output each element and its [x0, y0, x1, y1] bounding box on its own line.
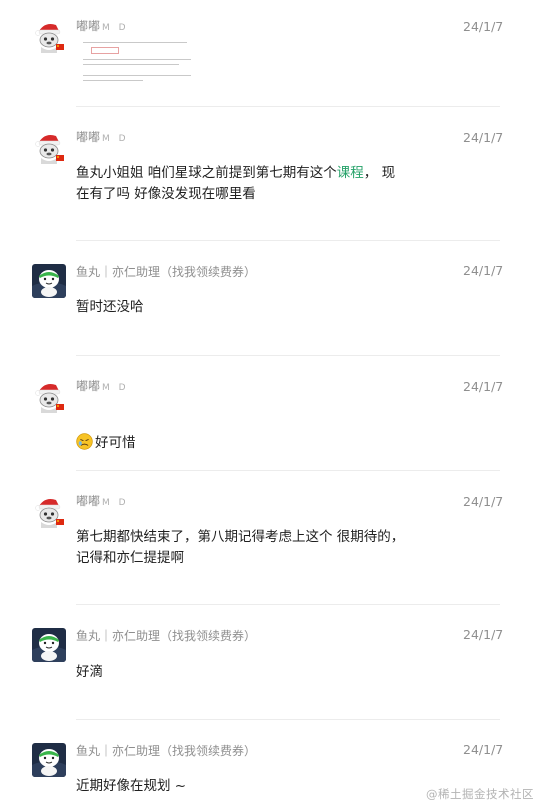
- comment-author[interactable]: 鱼丸｜亦仁助理（找我领续费券）: [76, 263, 256, 280]
- course-link[interactable]: 课程: [337, 165, 364, 181]
- santa-avatar[interactable]: [32, 130, 66, 164]
- author-name: 鱼丸｜亦仁助理（找我领续费券）: [76, 629, 257, 643]
- divider: [76, 470, 500, 471]
- cartoon-avatar[interactable]: [32, 264, 66, 298]
- comment-author[interactable]: 鱼丸｜亦仁助理（找我领续费券）: [76, 627, 256, 644]
- comment-text: 好滴: [76, 664, 103, 680]
- divider: [76, 240, 500, 241]
- author-tag: M D: [102, 23, 129, 33]
- comment-time: 24/1/7: [463, 627, 504, 642]
- author-name: 嘟嘟: [76, 130, 101, 144]
- divider: [76, 355, 500, 356]
- author-name: 嘟嘟: [76, 19, 101, 33]
- author-name: 鱼丸｜亦仁助理（找我领续费券）: [76, 744, 257, 758]
- comment-time: 24/1/7: [463, 263, 504, 278]
- comment-time: 24/1/7: [463, 379, 504, 394]
- cartoon-avatar[interactable]: [32, 743, 66, 777]
- author-name: 嘟嘟: [76, 494, 101, 508]
- santa-avatar[interactable]: [32, 19, 66, 53]
- author-name: 鱼丸｜亦仁助理（找我领续费券）: [76, 265, 257, 279]
- comment-text-part: 鱼丸小姐姐 咱们星球之前提到第七期有这个: [76, 165, 337, 181]
- comment-time: 24/1/7: [463, 130, 504, 145]
- comment-author[interactable]: 鱼丸｜亦仁助理（找我领续费券）: [76, 742, 256, 759]
- comment-text: 好可惜: [76, 412, 136, 454]
- santa-avatar[interactable]: [32, 494, 66, 528]
- comment-author[interactable]: 嘟嘟 M D: [76, 17, 129, 34]
- cartoon-avatar[interactable]: [32, 628, 66, 662]
- author-tag: M D: [102, 134, 129, 144]
- comment-time: 24/1/7: [463, 494, 504, 509]
- comment-text: 近期好像在规划 ~: [76, 778, 187, 794]
- author-name: 嘟嘟: [76, 379, 101, 393]
- sad-emoji-icon: [76, 433, 93, 450]
- comment-text: 第七期都快结束了，第八期记得考虑上这个 很期待的， 记得和亦仁提提啊: [76, 529, 405, 566]
- divider: [76, 106, 500, 107]
- comment-author[interactable]: 嘟嘟 M D: [76, 128, 129, 145]
- santa-avatar[interactable]: [32, 379, 66, 413]
- comment-text-part: 好可惜: [95, 435, 136, 451]
- comment-author[interactable]: 嘟嘟 M D: [76, 492, 129, 509]
- author-tag: M D: [102, 498, 129, 508]
- document-thumbnail[interactable]: [81, 39, 194, 86]
- comment-time: 24/1/7: [463, 742, 504, 757]
- divider: [76, 604, 500, 605]
- comment-text: 暂时还没哈: [76, 299, 144, 315]
- comment-text: 鱼丸小姐姐 咱们星球之前提到第七期有这个课程， 现 在有了吗 好像没发现在哪里看: [76, 163, 436, 205]
- watermark: @稀土掘金技术社区: [426, 787, 534, 801]
- comment-thread: 嘟嘟 M D 24/1/7 嘟嘟 M D 24/1/7 鱼丸小姐姐 咱们星球之前提到…: [0, 0, 550, 807]
- author-tag: M D: [102, 383, 129, 393]
- divider: [76, 719, 500, 720]
- comment-author[interactable]: 嘟嘟 M D: [76, 377, 129, 394]
- comment-time: 24/1/7: [463, 19, 504, 34]
